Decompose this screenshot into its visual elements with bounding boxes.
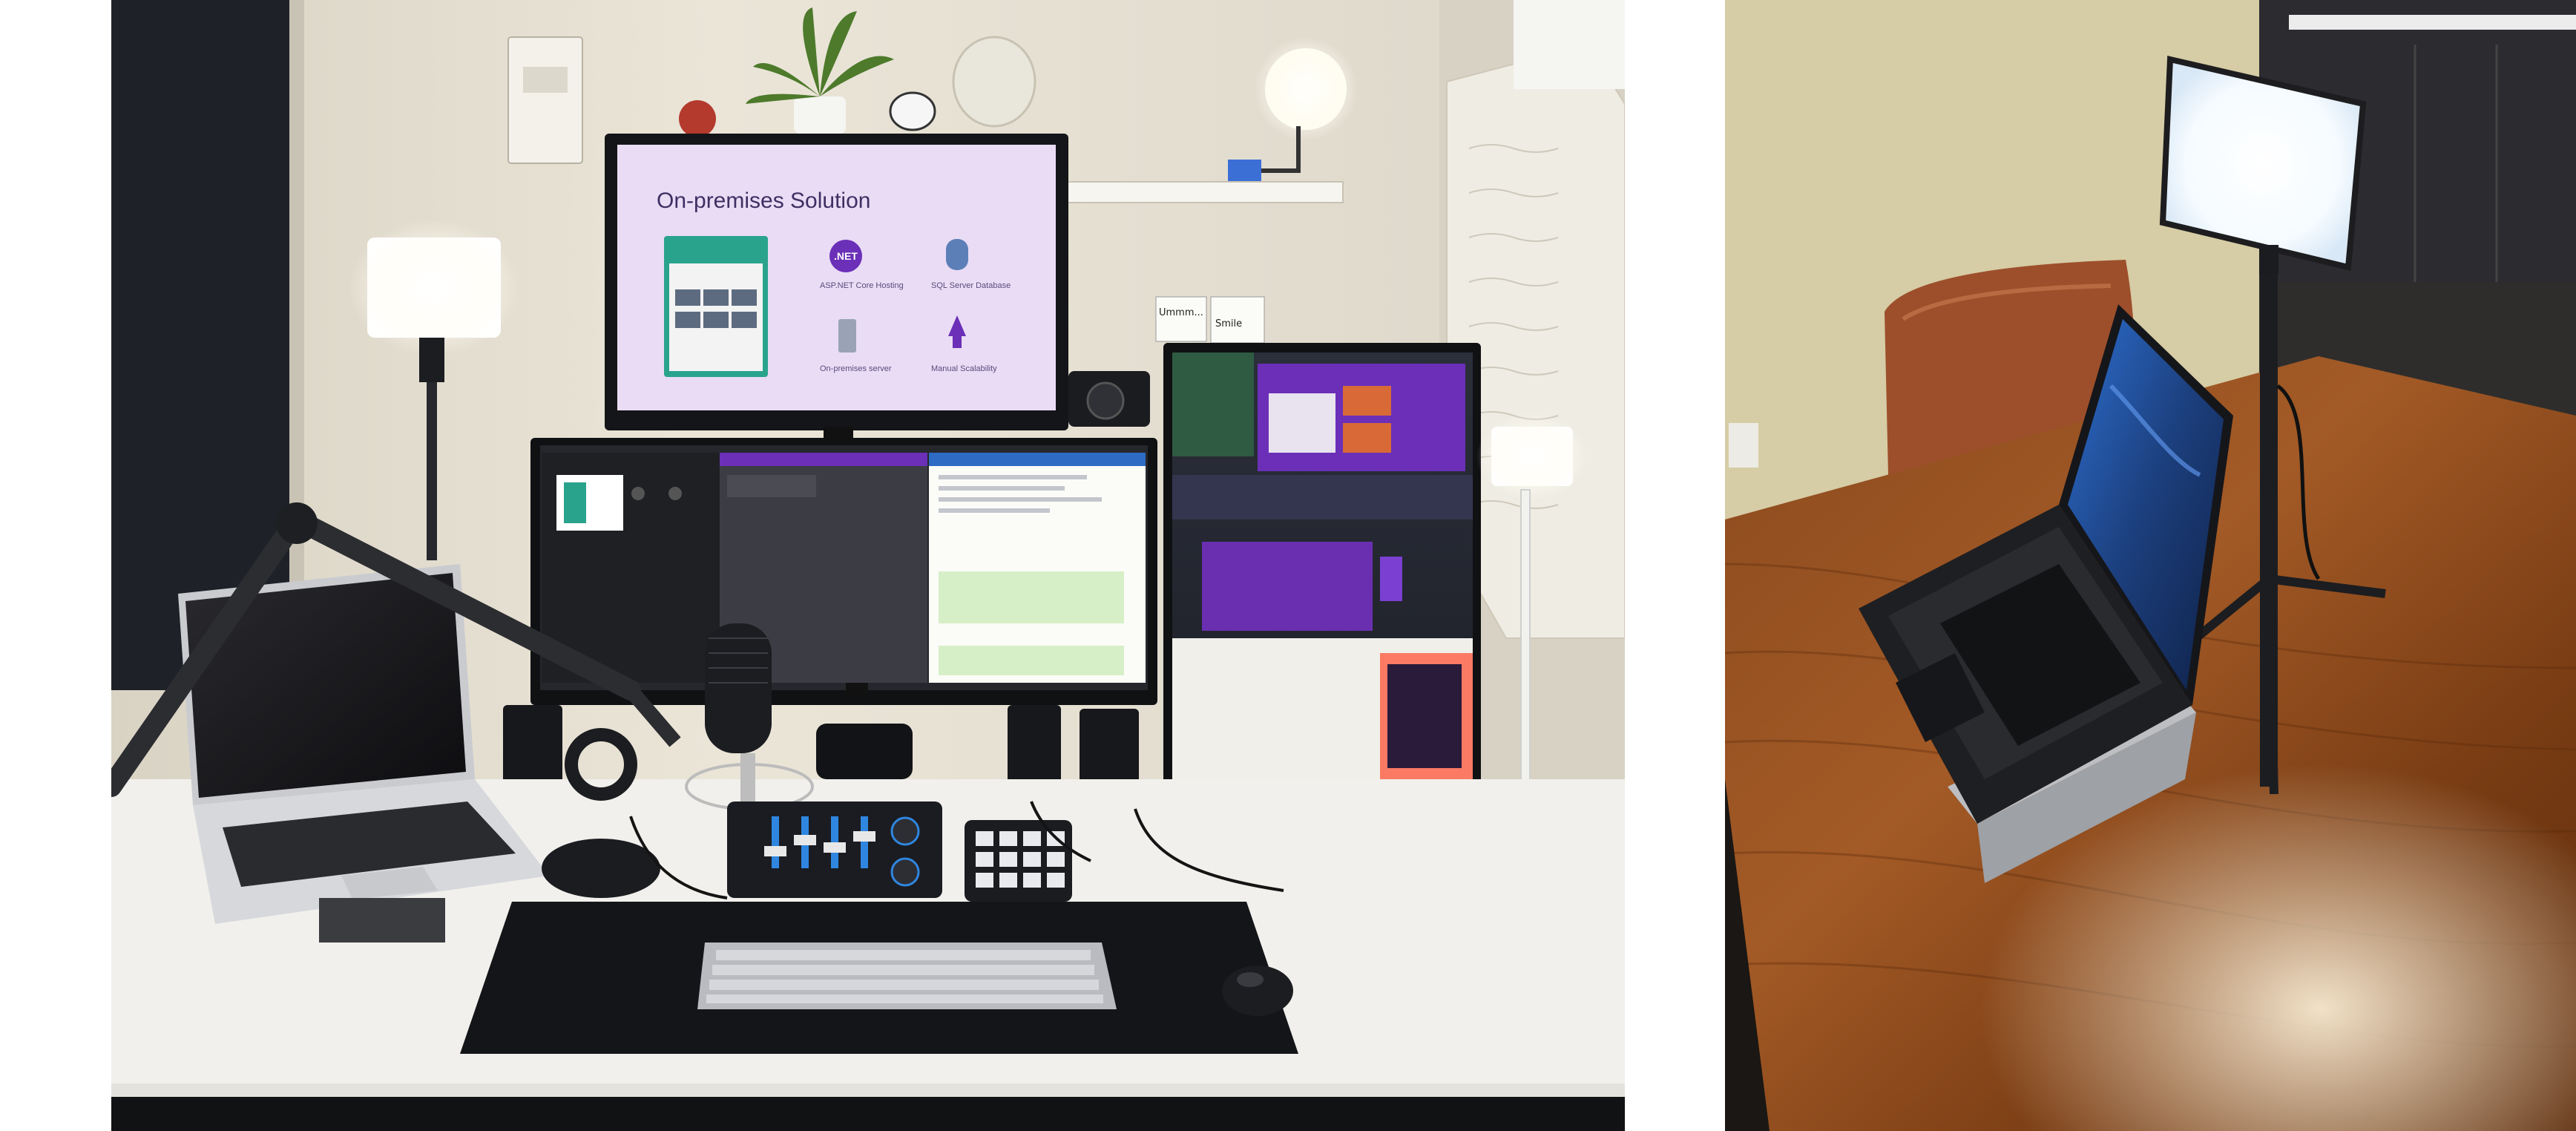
slide-caption-aspnet: ASP.NET Core Hosting: [820, 281, 904, 290]
desk-setup-scene: On-premises Solution .NET ASP.NET Core H…: [111, 0, 1625, 1131]
laptop-table-photo: [1725, 0, 2576, 1131]
desk-setup-photo: On-premises Solution .NET ASP.NET Core H…: [111, 0, 1625, 1131]
sticky-note-right: Smile: [1215, 318, 1242, 330]
slide-caption-sql: SQL Server Database: [931, 281, 1011, 290]
slide-caption-server: On-premises server: [820, 364, 892, 373]
laptop-table-scene: [1725, 0, 2576, 1131]
screenshot-collage: On-premises Solution .NET ASP.NET Core H…: [0, 0, 2576, 1131]
slide-caption-scalability: Manual Scalability: [931, 364, 997, 373]
slide-title: On-premises Solution: [657, 188, 870, 213]
sticky-note-left: Ummm...: [1159, 307, 1203, 318]
dotnet-badge: .NET: [834, 250, 858, 262]
